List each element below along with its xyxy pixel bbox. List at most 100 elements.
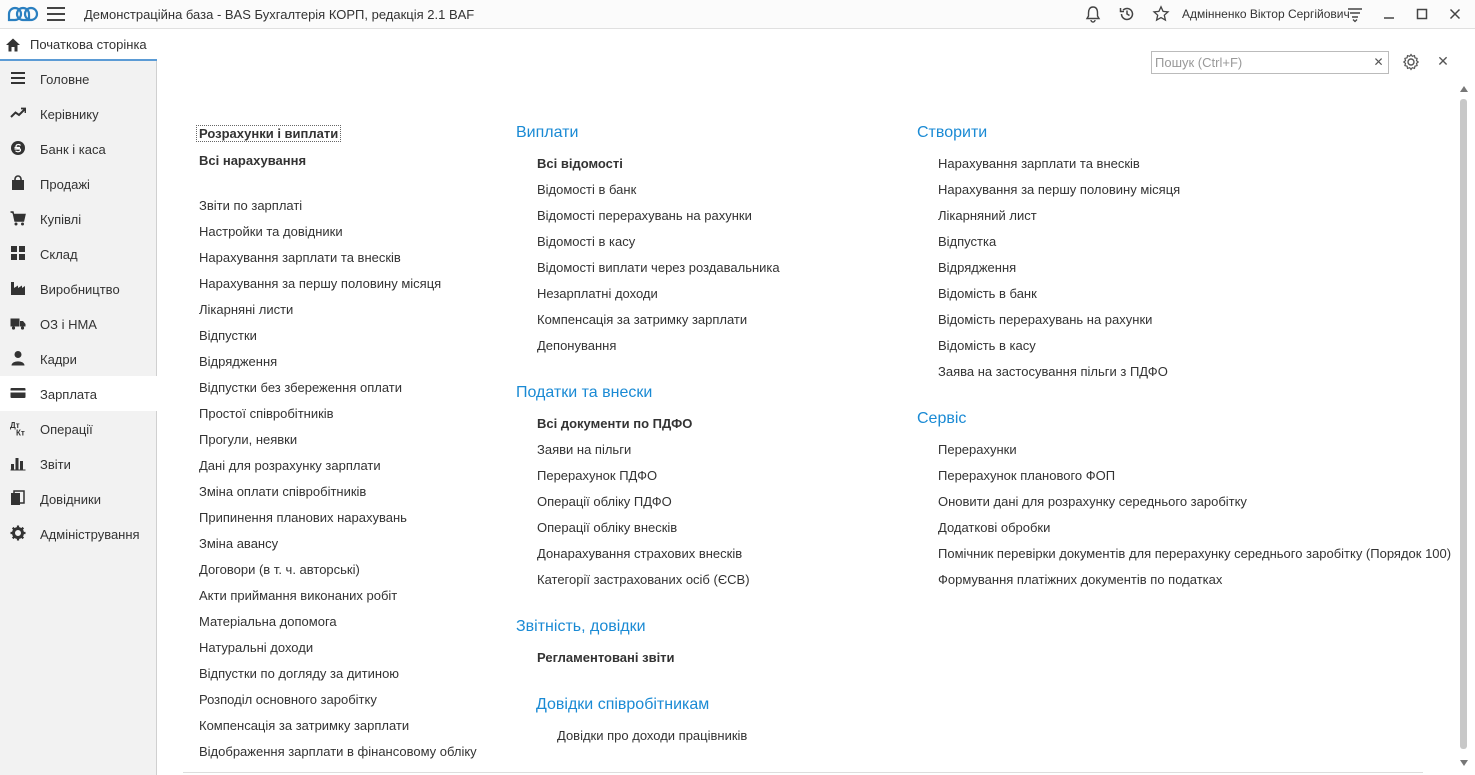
link-item[interactable]: Заява на застосування пільги з ПДФО [938, 364, 1168, 379]
app-logo-icon[interactable] [6, 4, 40, 24]
link-item[interactable]: Натуральні доходи [199, 640, 313, 655]
sidebar-item-directories[interactable]: Довідники [0, 481, 157, 516]
maximize-icon[interactable] [1413, 5, 1431, 23]
link-item[interactable]: Нарахування за першу половину місяця [199, 276, 441, 291]
link-item[interactable]: Компенсація за затримку зарплати [537, 312, 747, 327]
link-item[interactable]: Договори (в т. ч. авторські) [199, 562, 360, 577]
link-all-statements[interactable]: Всі відомості [537, 156, 623, 171]
link-item[interactable]: Нарахування за першу половину місяця [938, 182, 1180, 197]
window-close-icon[interactable] [1446, 5, 1464, 23]
user-name[interactable]: Адмiнненко Віктор Сергійович [1182, 7, 1350, 21]
link-item[interactable]: Відрядження [938, 260, 1016, 275]
link-item[interactable]: Лікарняний лист [938, 208, 1037, 223]
link-item[interactable]: Відпустки [199, 328, 257, 343]
link-item[interactable]: Відображення зарплати в фінансовому облі… [199, 744, 477, 759]
link-item[interactable]: Відомість в банк [938, 286, 1037, 301]
settings-menu-icon[interactable] [1346, 5, 1364, 23]
scroll-down-icon[interactable] [1460, 758, 1468, 768]
link-item[interactable]: Перерахунки [938, 442, 1017, 457]
group-title-reports: Звітність, довідки [516, 618, 646, 635]
main-menu-icon[interactable] [47, 7, 65, 21]
link-payroll-calculations[interactable]: Розрахунки і виплати [195, 125, 342, 142]
link-item[interactable]: Операції обліку ПДФО [537, 494, 672, 509]
sidebar-item-manager[interactable]: Керівнику [0, 96, 157, 131]
sidebar-item-home[interactable]: Початкова сторінка [0, 29, 157, 61]
scroll-up-icon[interactable] [1460, 84, 1468, 94]
sidebar-item-warehouse[interactable]: Склад [0, 236, 157, 271]
link-item[interactable]: Депонування [537, 338, 616, 353]
link-item[interactable]: Формування платіжних документів по подат… [938, 572, 1222, 587]
minimize-icon[interactable] [1380, 5, 1398, 23]
link-item[interactable]: Відпустка [938, 234, 996, 249]
history-icon[interactable] [1118, 5, 1136, 23]
link-item[interactable]: Прогули, неявки [199, 432, 297, 447]
link-income-certificates[interactable]: Довідки про доходи працівників [557, 728, 747, 743]
gear-icon [10, 525, 26, 541]
gear-icon[interactable] [1402, 53, 1420, 71]
link-item[interactable]: Відрядження [199, 354, 277, 369]
sidebar-item-administration[interactable]: Адміністрування [0, 516, 157, 551]
link-item[interactable]: Акти приймання виконаних робіт [199, 588, 397, 603]
sidebar-item-main[interactable]: Головне [0, 61, 157, 96]
sidebar-item-bank[interactable]: Банк і каса [0, 131, 157, 166]
close-icon[interactable]: ✕ [1436, 53, 1450, 69]
link-item[interactable]: Відомість в касу [938, 338, 1036, 353]
link-item[interactable]: Відомості перерахувань на рахунки [537, 208, 752, 223]
search-box [1151, 51, 1371, 74]
sidebar-item-sales[interactable]: Продажі [0, 166, 157, 201]
link-item[interactable]: Оновити дані для розрахунку середнього з… [938, 494, 1247, 509]
link-regulated-reports[interactable]: Регламентовані звіти [537, 650, 675, 665]
group-title-taxes: Податки та внески [516, 384, 653, 401]
link-item[interactable]: Нарахування зарплати та внесків [199, 250, 401, 265]
link-item[interactable]: Лікарняні листи [199, 302, 293, 317]
link-item[interactable]: Перерахунок планового ФОП [938, 468, 1115, 483]
link-item[interactable]: Матеріальна допомога [199, 614, 337, 629]
link-item[interactable]: Компенсація за затримку зарплати [199, 718, 409, 733]
link-item[interactable]: Помічник перевірки документів для перера… [938, 546, 1451, 561]
link-item[interactable]: Відпустки по догляду за дитиною [199, 666, 399, 681]
link-item[interactable]: Нарахування зарплати та внесків [938, 156, 1140, 171]
link-item[interactable]: Заяви на пільги [537, 442, 631, 457]
link-item[interactable]: Настройки та довідники [199, 224, 343, 239]
link-all-pdfo-documents[interactable]: Всі документи по ПДФО [537, 416, 692, 431]
link-item[interactable]: Перерахунок ПДФО [537, 468, 657, 483]
link-item[interactable]: Розподіл основного заробітку [199, 692, 377, 707]
sidebar-item-production[interactable]: Виробництво [0, 271, 157, 306]
bell-icon[interactable] [1084, 5, 1102, 23]
link-item[interactable]: Незарплатні доходи [537, 286, 658, 301]
link-item[interactable]: Зміна авансу [199, 536, 278, 551]
link-item[interactable]: Відпустки без збереження оплати [199, 380, 402, 395]
link-item[interactable]: Додаткові обробки [938, 520, 1050, 535]
link-item[interactable]: Відомість перерахувань на рахунки [938, 312, 1152, 327]
link-item[interactable]: Операції обліку внесків [537, 520, 677, 535]
sidebar-item-label: Довідники [40, 492, 101, 507]
link-item[interactable]: Категорії застрахованих осіб (ЄСВ) [537, 572, 750, 587]
dt-kt-icon: ДтКт [10, 421, 25, 437]
coin-icon [11, 141, 25, 155]
link-all-accruals[interactable]: Всі нарахування [199, 153, 306, 168]
link-item[interactable]: Зміна оплати співробітників [199, 484, 366, 499]
link-item[interactable]: Дані для розрахунку зарплати [199, 458, 381, 473]
sidebar-item-operations[interactable]: Дт Кт Операції [0, 411, 157, 446]
cart-icon [10, 211, 26, 226]
books-icon [11, 490, 25, 505]
search-input[interactable] [1152, 52, 1370, 73]
link-item[interactable]: Відомості в банк [537, 182, 636, 197]
svg-text:Кт: Кт [16, 429, 25, 437]
sidebar-item-purchases[interactable]: Купівлі [0, 201, 157, 236]
scrollbar-thumb[interactable] [1460, 99, 1467, 749]
link-item[interactable]: Відомості виплати через роздавальника [537, 260, 780, 275]
link-item[interactable]: Простої співробітників [199, 406, 334, 421]
factory-icon [11, 282, 25, 295]
link-item[interactable]: Відомості в касу [537, 234, 635, 249]
link-item[interactable]: Звіти по зарплаті [199, 198, 302, 213]
group-title-service: Сервіс [917, 410, 967, 427]
sidebar-item-fixed-assets[interactable]: ОЗ і НМА [0, 306, 157, 341]
sidebar-item-hr[interactable]: Кадри [0, 341, 157, 376]
search-clear-button[interactable]: ✕ [1369, 51, 1389, 74]
sidebar-item-salary[interactable]: Зарплата [0, 376, 157, 411]
star-icon[interactable] [1152, 5, 1170, 23]
link-item[interactable]: Припинення планових нарахувань [199, 510, 407, 525]
link-item[interactable]: Донарахування страхових внесків [537, 546, 742, 561]
sidebar-item-reports[interactable]: Звіти [0, 446, 157, 481]
